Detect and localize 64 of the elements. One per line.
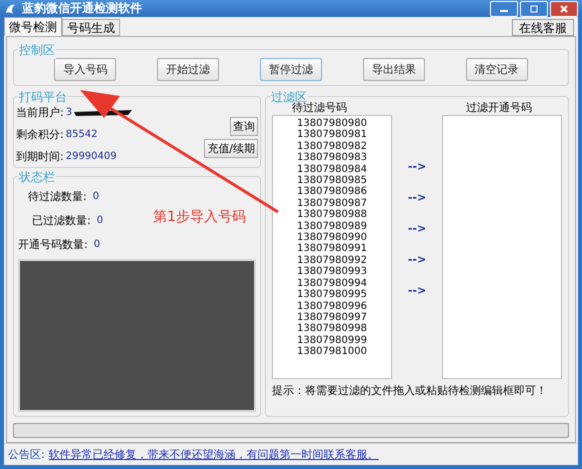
phone-number: 13807980999 bbox=[297, 334, 367, 346]
recharge-button[interactable]: 充值/续期 bbox=[204, 139, 258, 158]
action-button[interactable]: 开始过滤 bbox=[157, 58, 220, 81]
phone-number: 13807980990 bbox=[297, 232, 367, 244]
field-value: 85542 bbox=[66, 129, 98, 140]
status-value: 0 bbox=[96, 215, 104, 226]
status-label: 开通号码数量: bbox=[18, 237, 88, 252]
notice-label: 公告区: bbox=[8, 447, 45, 462]
status-label: 待过滤数量: bbox=[28, 189, 87, 204]
maximize-button[interactable] bbox=[520, 0, 548, 16]
group-title: 控制区 bbox=[18, 42, 56, 59]
action-button[interactable]: 清空记录 bbox=[466, 58, 528, 81]
phone-number: 13807980992 bbox=[297, 254, 367, 266]
close-button[interactable] bbox=[550, 0, 578, 16]
phone-number: 13807980996 bbox=[297, 300, 367, 312]
notice-link[interactable]: 软件异常已经修复，带来不便还望海涵，有问题第一时间联系客服。 bbox=[48, 447, 379, 462]
annotation-text: 第1步导入号码 bbox=[153, 208, 246, 226]
action-button[interactable]: 导出结果 bbox=[362, 58, 425, 81]
field-label: 剩余积分: bbox=[16, 127, 64, 142]
field-value: 3 bbox=[66, 107, 72, 118]
action-button[interactable]: 暂停过滤 bbox=[260, 58, 322, 81]
phone-number: 13807980984 bbox=[297, 164, 367, 176]
phone-number: 13807980985 bbox=[297, 175, 367, 186]
window-title: 蓝豹微信开通检测软件 bbox=[22, 0, 142, 17]
status-label: 已过滤数量: bbox=[32, 213, 91, 228]
phone-number: 13807980983 bbox=[297, 152, 367, 164]
minimize-button[interactable] bbox=[490, 0, 518, 16]
arrow-text: --> bbox=[408, 222, 426, 235]
column-header: 过滤开通号码 bbox=[466, 100, 532, 115]
phone-number: 13807980991 bbox=[297, 243, 367, 255]
hint-text: 提示：将需要过滤的文件拖入或粘贴待检测编辑框即可！ bbox=[272, 383, 548, 398]
phone-number: 13807980987 bbox=[297, 198, 367, 210]
phone-number: 13807980980 bbox=[297, 118, 367, 130]
phone-number: 13807980986 bbox=[297, 186, 367, 198]
pending-number-list[interactable] bbox=[272, 115, 392, 379]
phone-number: 13807980989 bbox=[297, 220, 367, 232]
phone-number: 13807980981 bbox=[297, 129, 367, 141]
arrow-text: --> bbox=[408, 191, 426, 204]
group-title: 打码平台 bbox=[18, 89, 68, 106]
close-icon bbox=[560, 4, 568, 12]
arrow-text: --> bbox=[408, 284, 426, 297]
leopard-logo-icon bbox=[4, 2, 16, 14]
phone-number: 13807980988 bbox=[297, 209, 367, 221]
group-title: 状态栏 bbox=[18, 169, 56, 186]
phone-number: 13807980995 bbox=[297, 289, 367, 300]
action-button[interactable]: 导入号码 bbox=[54, 58, 116, 81]
field-label: 到期时间: bbox=[16, 149, 64, 164]
arrow-text: --> bbox=[408, 160, 426, 173]
phone-number: 13807980982 bbox=[297, 140, 367, 152]
phone-number: 13807981000 bbox=[297, 346, 367, 358]
phone-number: 13807980993 bbox=[297, 266, 367, 278]
online-support-button[interactable]: 在线客服 bbox=[512, 19, 574, 36]
field-value: 29990409 bbox=[66, 151, 117, 162]
phone-number: 13807980994 bbox=[297, 278, 367, 290]
tab[interactable]: 微号检测 bbox=[4, 17, 62, 36]
phone-number: 13807980997 bbox=[297, 312, 367, 324]
field-label: 当前用户: bbox=[16, 105, 64, 120]
query-button[interactable]: 查询 bbox=[230, 117, 258, 136]
tab[interactable]: 号码生成 bbox=[62, 19, 120, 36]
status-value: 0 bbox=[94, 239, 100, 250]
arrow-text: --> bbox=[408, 253, 426, 266]
status-value: 0 bbox=[92, 191, 100, 202]
maximize-icon bbox=[530, 4, 538, 12]
phone-number: 13807980998 bbox=[297, 323, 367, 335]
